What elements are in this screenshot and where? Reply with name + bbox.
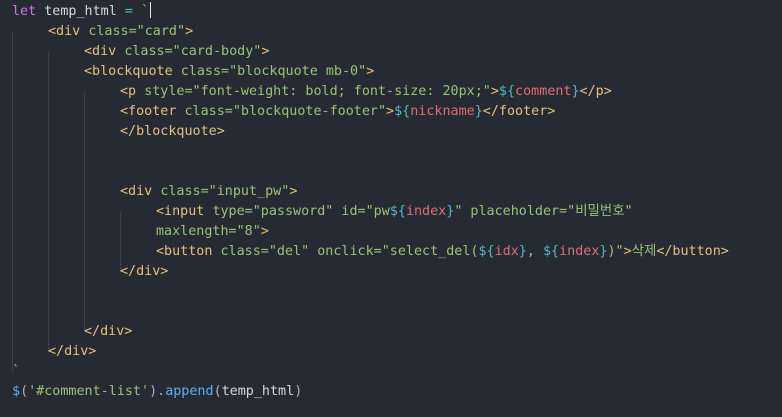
indent-guide [12, 32, 13, 372]
code-token: type="password" id="pw [212, 204, 390, 219]
code-token: </div> [120, 264, 169, 279]
code-token: > [260, 224, 269, 239]
code-line[interactable]: <div class="card"> [48, 22, 193, 42]
code-token: comment [515, 84, 572, 99]
code-token: ( [213, 384, 222, 399]
code-line[interactable]: </blockquote> [120, 122, 225, 142]
code-token: idx [494, 244, 519, 259]
code-token: > [490, 84, 499, 99]
code-line[interactable]: <button class="del" onclick="select_del(… [156, 242, 729, 262]
code-token: > [623, 244, 632, 259]
code-line[interactable]: $('#comment-list').append(temp_html) [12, 382, 302, 402]
code-token: = [116, 4, 141, 19]
code-token: nickname [410, 104, 475, 119]
code-token: <blockquote [84, 64, 181, 79]
code-token: )" [607, 244, 624, 259]
code-token: ). [149, 384, 166, 399]
code-token: </footer> [482, 104, 556, 119]
code-token: class="blockquote-footer" [184, 104, 387, 119]
code-token: index [559, 244, 600, 259]
code-token: ) [294, 384, 303, 399]
code-line[interactable]: let temp_html = ` [12, 2, 152, 22]
code-token: <p [120, 84, 145, 99]
code-token: > [366, 64, 375, 79]
code-token: class="input_pw" [160, 184, 290, 199]
code-token: } [571, 84, 580, 99]
code-token: <button [156, 244, 221, 259]
code-token: temp_html [221, 384, 295, 399]
indent-guide [48, 52, 49, 352]
code-token: <div [84, 44, 125, 59]
code-token: </div> [84, 324, 133, 339]
code-token: , [526, 244, 543, 259]
code-token: </p> [579, 84, 612, 99]
code-token: </button> [656, 244, 729, 259]
code-token: } [518, 244, 527, 259]
code-token: <div [48, 24, 89, 39]
code-token: </div> [48, 344, 97, 359]
code-token: style="font-weight: bold; font-size: 20p… [144, 84, 491, 99]
code-token: ` [141, 4, 150, 19]
code-token: " placeholder="비밀번호" [454, 204, 633, 219]
code-token: <div [120, 184, 161, 199]
code-token: > [261, 44, 270, 59]
code-token: </blockquote> [120, 124, 225, 139]
code-token: <input [156, 204, 213, 219]
code-line[interactable]: </div> [48, 342, 96, 362]
code-line[interactable]: ` [12, 362, 20, 382]
code-line[interactable]: maxlength="8"> [156, 222, 269, 242]
code-token: ${ [478, 244, 495, 259]
code-token: '#comment-list' [28, 384, 150, 399]
code-token: temp_html [44, 4, 117, 19]
code-token: > [386, 104, 395, 119]
code-token: $ [12, 384, 21, 399]
indent-guide [84, 92, 85, 332]
code-token: 삭제 [631, 244, 657, 259]
code-token: > [289, 184, 298, 199]
text-cursor [150, 2, 152, 18]
code-token: <footer [120, 104, 185, 119]
code-editor[interactable]: let temp_html = ` <div class="card"> <div … [0, 0, 782, 417]
code-line[interactable]: <footer class="blockquote-footer">${nick… [120, 102, 555, 122]
code-line[interactable]: </div> [84, 322, 132, 342]
code-token: class="card-body" [124, 44, 262, 59]
code-line[interactable]: <input type="password" id="pw${index}" p… [156, 202, 633, 222]
code-token: } [474, 104, 483, 119]
code-token: let [12, 4, 37, 19]
code-line[interactable]: </div> [120, 262, 168, 282]
code-token: ` [12, 364, 21, 379]
code-token: ${ [389, 204, 406, 219]
code-token: maxlength="8" [156, 224, 261, 239]
code-token: ${ [542, 244, 560, 259]
code-line[interactable]: <div class="input_pw"> [120, 182, 297, 202]
code-token: class="card" [88, 24, 186, 39]
code-token: ${ [498, 84, 516, 99]
code-token: index [405, 204, 447, 219]
code-line[interactable]: <p style="font-weight: bold; font-size: … [120, 82, 612, 102]
code-token: class="del" onclick="select_del( [220, 244, 479, 259]
code-token: > [185, 24, 194, 39]
code-token: append [165, 384, 214, 399]
code-token: ${ [394, 104, 411, 119]
code-token: class="blockquote mb-0" [180, 64, 367, 79]
code-token: ( [20, 384, 29, 399]
code-line[interactable]: <div class="card-body"> [84, 42, 269, 62]
code-line[interactable]: <blockquote class="blockquote mb-0"> [84, 62, 374, 82]
